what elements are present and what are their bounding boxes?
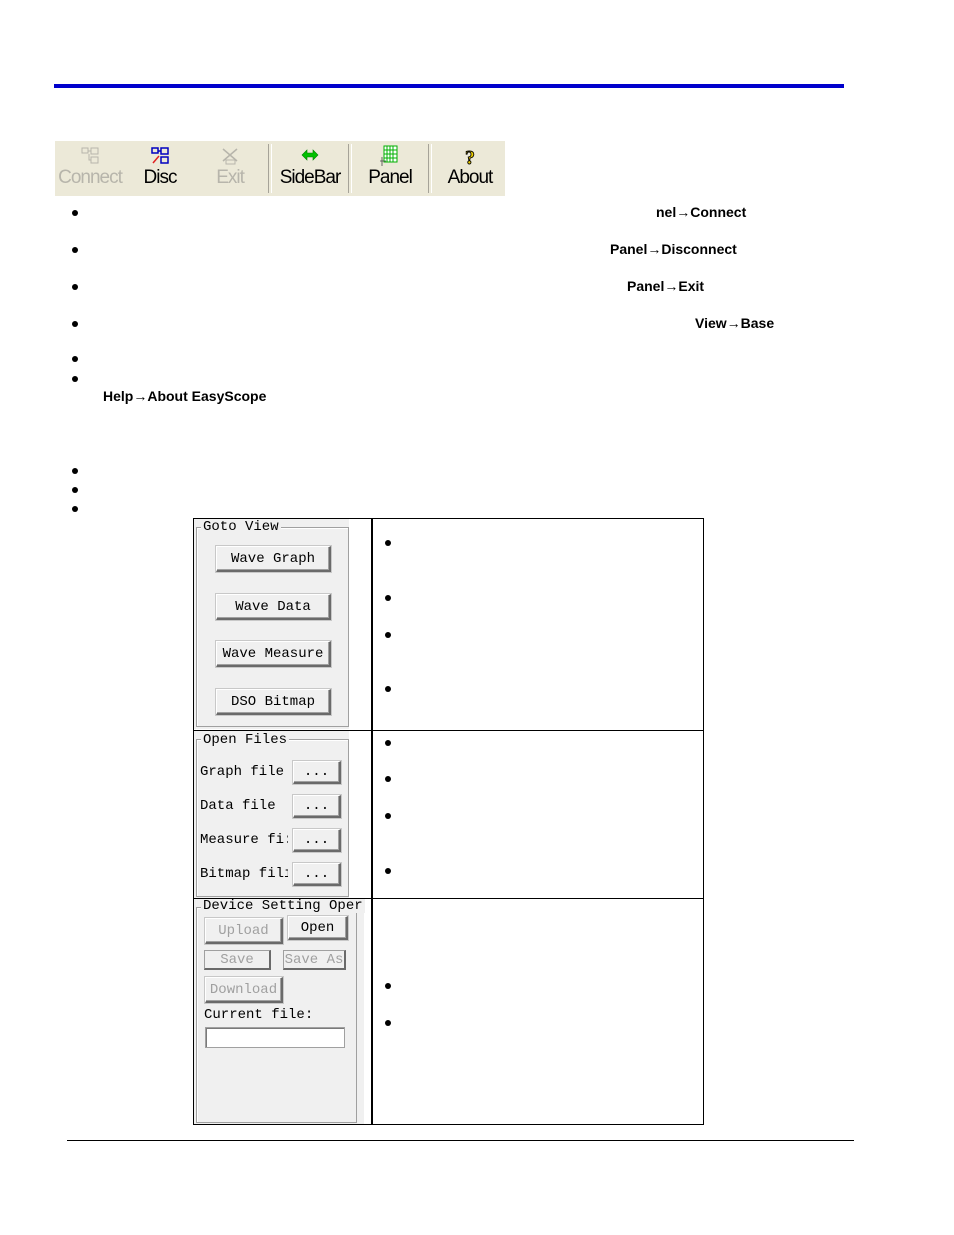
menu-ref-exit: Panel→Exit xyxy=(627,278,705,294)
bullet xyxy=(385,595,391,601)
bullet xyxy=(72,506,78,512)
bitmap-file-label: Bitmap filı xyxy=(200,866,288,882)
bullet xyxy=(72,284,78,290)
data-file-label: Data file xyxy=(200,798,276,814)
download-button[interactable]: Download xyxy=(205,977,283,1003)
upload-button[interactable]: Upload xyxy=(205,918,283,944)
wave-measure-button[interactable]: Wave Measure xyxy=(216,641,331,667)
measure-file-browse-button[interactable]: ... xyxy=(293,829,341,852)
exit-icon xyxy=(222,148,238,165)
bullet xyxy=(385,1020,391,1026)
bitmap-file-browse-button[interactable]: ... xyxy=(293,863,341,886)
bullet xyxy=(385,740,391,746)
bullet xyxy=(72,210,78,216)
current-file-label: Current file: xyxy=(204,1007,314,1023)
graph-file-label: Graph file xyxy=(200,764,285,780)
goto-view-panel: Goto View Wave Graph Wave Data Wave Meas… xyxy=(194,519,349,729)
bullet xyxy=(385,540,391,546)
open-files-panel: Open Files Graph file ... Data file ... … xyxy=(194,731,349,898)
graph-file-browse-button[interactable]: ... xyxy=(293,761,341,784)
sidebar-arrows-icon xyxy=(301,149,319,161)
exit-label: Exit xyxy=(216,167,245,188)
goto-view-title: Goto View xyxy=(201,519,281,535)
device-setting-title: Device Setting Oper xyxy=(201,898,365,914)
bullet xyxy=(72,247,78,253)
disconnect-icon xyxy=(151,147,169,164)
footer-rule xyxy=(67,1140,854,1141)
bullet xyxy=(72,321,78,327)
toolbar-separator xyxy=(428,144,432,193)
device-setting-panel: Device Setting Oper Upload Open Save Sav… xyxy=(194,898,365,1124)
measure-file-label: Measure fi: xyxy=(200,832,288,848)
save-button[interactable]: Save xyxy=(204,950,271,970)
about-label: About xyxy=(447,167,494,188)
bullet xyxy=(385,776,391,782)
bullet xyxy=(385,983,391,989)
current-file-input[interactable] xyxy=(205,1027,345,1048)
connect-icon xyxy=(81,147,99,164)
wave-data-button[interactable]: Wave Data xyxy=(216,594,331,620)
disconnect-label: Disc xyxy=(143,167,178,188)
toolbar-separator xyxy=(348,144,352,193)
bullet xyxy=(72,356,78,362)
bullet xyxy=(385,632,391,638)
bullet xyxy=(385,813,391,819)
help-question-icon: ? xyxy=(465,147,476,167)
about-button[interactable]: ? About xyxy=(435,141,505,196)
dso-bitmap-button[interactable]: DSO Bitmap xyxy=(216,689,331,715)
panel-label: Panel xyxy=(368,167,413,188)
toolbar: Connect Disc Exit SideBar Panel ? About xyxy=(55,141,505,196)
exit-button[interactable]: Exit xyxy=(195,141,265,196)
wave-graph-button[interactable]: Wave Graph xyxy=(216,546,331,572)
open-button[interactable]: Open xyxy=(288,916,348,940)
sidebar-label: SideBar xyxy=(279,167,342,188)
menu-ref-connect: nel→Connect xyxy=(656,204,747,220)
open-files-title: Open Files xyxy=(201,732,290,748)
bullet xyxy=(72,487,78,493)
bullet xyxy=(385,686,391,692)
toolbar-separator xyxy=(268,144,273,193)
panel-grid-icon xyxy=(380,145,398,166)
menu-ref-about: Help→About EasyScope xyxy=(103,388,267,404)
bullet xyxy=(385,868,391,874)
header-rule xyxy=(54,84,844,88)
table-column-divider xyxy=(371,518,373,1125)
save-as-button[interactable]: Save As xyxy=(283,950,346,970)
panel-button[interactable]: Panel xyxy=(355,141,425,196)
menu-ref-base: View→Base xyxy=(695,315,775,331)
bullet xyxy=(72,376,78,382)
svg-text:?: ? xyxy=(465,147,475,167)
sidebar-button[interactable]: SideBar xyxy=(275,141,345,196)
bullet xyxy=(72,468,78,474)
disconnect-button[interactable]: Disc xyxy=(125,141,195,196)
connect-label: Connect xyxy=(58,167,123,188)
menu-ref-disconnect: Panel→Disconnect xyxy=(610,241,737,257)
connect-button[interactable]: Connect xyxy=(55,141,125,196)
data-file-browse-button[interactable]: ... xyxy=(293,795,341,818)
